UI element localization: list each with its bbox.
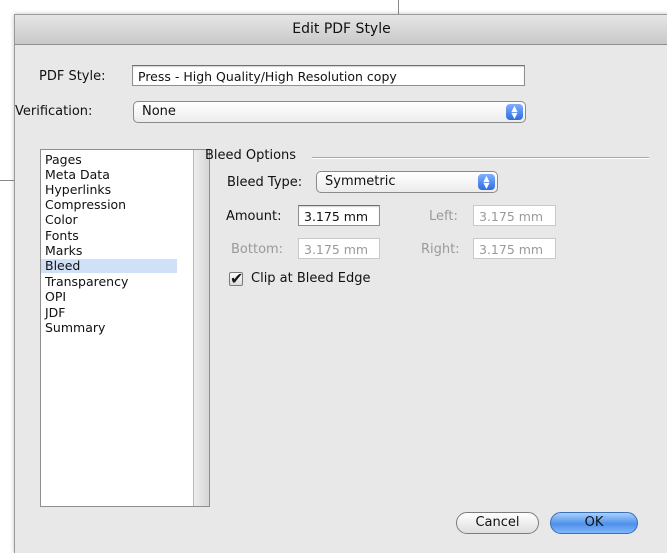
list-item-fonts[interactable]: Fonts bbox=[41, 229, 177, 243]
right-label: Right: bbox=[421, 242, 460, 257]
bleed-type-popup[interactable]: Symmetric ▲ ▼ bbox=[316, 171, 498, 193]
ok-button[interactable]: OK bbox=[550, 512, 638, 534]
group-divider bbox=[312, 157, 649, 159]
edit-pdf-style-dialog: Edit PDF Style PDF Style: Press - High Q… bbox=[14, 14, 667, 553]
bottom-label: Bottom: bbox=[231, 242, 284, 257]
list-item-transparency[interactable]: Transparency bbox=[41, 275, 177, 289]
category-list[interactable]: Pages Meta Data Hyperlinks Compression C… bbox=[40, 149, 210, 507]
bleed-type-value: Symmetric bbox=[325, 174, 396, 189]
list-item-color[interactable]: Color bbox=[41, 213, 177, 227]
list-scrollbar[interactable] bbox=[193, 150, 209, 506]
right-field: 3.175 mm bbox=[473, 238, 556, 259]
list-item-jdf[interactable]: JDF bbox=[41, 306, 177, 320]
list-item-meta-data[interactable]: Meta Data bbox=[41, 168, 177, 182]
bleed-options-title: Bleed Options bbox=[205, 148, 297, 163]
updown-arrows-icon: ▲ ▼ bbox=[478, 174, 495, 190]
clip-at-bleed-edge-checkbox[interactable]: ✔ bbox=[229, 269, 244, 288]
left-label: Left: bbox=[429, 209, 458, 224]
checkmark-icon: ✔ bbox=[230, 269, 244, 288]
verification-label: Verification: bbox=[15, 104, 93, 119]
amount-label: Amount: bbox=[226, 209, 282, 224]
dialog-title: Edit PDF Style bbox=[15, 15, 667, 45]
bleed-type-label: Bleed Type: bbox=[227, 175, 303, 190]
left-field: 3.175 mm bbox=[473, 205, 556, 226]
list-item-hyperlinks[interactable]: Hyperlinks bbox=[41, 183, 177, 197]
cancel-button[interactable]: Cancel bbox=[456, 512, 539, 534]
verification-popup[interactable]: None ▲ ▼ bbox=[133, 101, 526, 123]
list-item-summary[interactable]: Summary bbox=[41, 321, 177, 335]
amount-field[interactable]: 3.175 mm bbox=[298, 205, 380, 226]
list-item-bleed[interactable]: Bleed bbox=[41, 259, 177, 273]
pdf-style-label: PDF Style: bbox=[39, 69, 106, 84]
clip-at-bleed-edge-label[interactable]: Clip at Bleed Edge bbox=[251, 271, 371, 286]
list-item-compression[interactable]: Compression bbox=[41, 198, 177, 212]
updown-arrows-icon: ▲ ▼ bbox=[506, 104, 523, 120]
bottom-field: 3.175 mm bbox=[298, 238, 380, 259]
background-window-edge bbox=[398, 0, 399, 14]
pdf-style-name-field[interactable]: Press - High Quality/High Resolution cop… bbox=[132, 65, 525, 86]
list-item-marks[interactable]: Marks bbox=[41, 244, 177, 258]
verification-value: None bbox=[142, 104, 176, 119]
list-item-opi[interactable]: OPI bbox=[41, 290, 177, 304]
list-item-pages[interactable]: Pages bbox=[41, 153, 177, 167]
